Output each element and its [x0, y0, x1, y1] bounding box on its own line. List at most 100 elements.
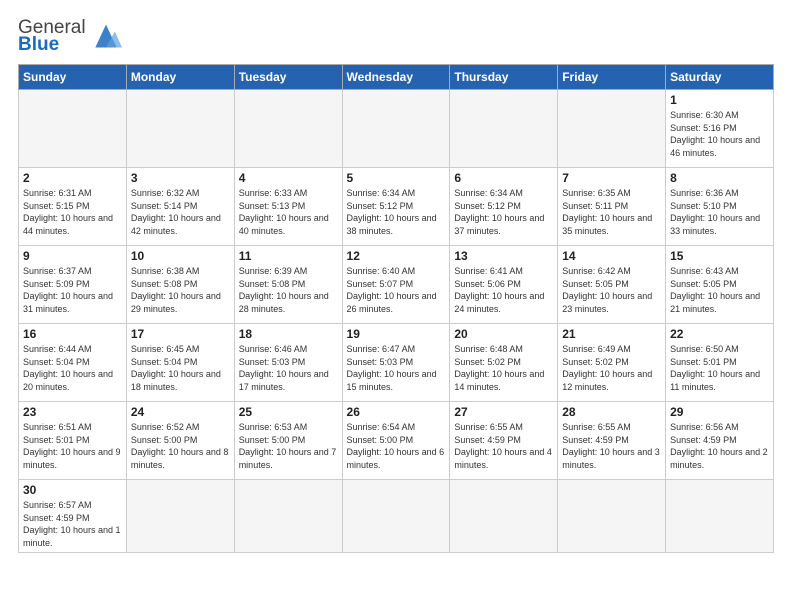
day-info: Sunrise: 6:42 AM Sunset: 5:05 PM Dayligh… [562, 265, 661, 315]
day-info: Sunrise: 6:44 AM Sunset: 5:04 PM Dayligh… [23, 343, 122, 393]
day-number: 6 [454, 171, 553, 185]
day-cell: 7Sunrise: 6:35 AM Sunset: 5:11 PM Daylig… [558, 168, 666, 246]
day-cell: 15Sunrise: 6:43 AM Sunset: 5:05 PM Dayli… [666, 246, 774, 324]
day-cell [450, 480, 558, 553]
day-number: 30 [23, 483, 122, 497]
week-row-5: 23 Sunrise: 6:51 AM Sunset: 5:01 PM Dayli… [19, 402, 774, 480]
day-info: Sunrise: 6:34 AM Sunset: 5:12 PM Dayligh… [347, 187, 446, 237]
day-info: Sunrise: 6:51 AM Sunset: 5:01 PM Dayligh… [23, 421, 122, 471]
day-number: 4 [239, 171, 338, 185]
day-number: 19 [347, 327, 446, 341]
weekday-monday: Monday [126, 65, 234, 90]
day-number: 22 [670, 327, 769, 341]
day-info: Sunrise: 6:37 AM Sunset: 5:09 PM Dayligh… [23, 265, 122, 315]
weekday-thursday: Thursday [450, 65, 558, 90]
day-number: 28 [562, 405, 661, 419]
day-info: Sunrise: 6:50 AM Sunset: 5:01 PM Dayligh… [670, 343, 769, 393]
day-number: 3 [131, 171, 230, 185]
day-info: Sunrise: 6:32 AM Sunset: 5:14 PM Dayligh… [131, 187, 230, 237]
day-info: Sunrise: 6:34 AM Sunset: 5:12 PM Dayligh… [454, 187, 553, 237]
day-cell: 24 Sunrise: 6:52 AM Sunset: 5:00 PM Dayli… [126, 402, 234, 480]
day-number: 10 [131, 249, 230, 263]
day-info: Sunrise: 6:55 AM Sunset: 4:59 PM Dayligh… [454, 421, 553, 471]
day-number: 11 [239, 249, 338, 263]
day-cell [666, 480, 774, 553]
weekday-header-row: SundayMondayTuesdayWednesdayThursdayFrid… [19, 65, 774, 90]
week-row-1: 1Sunrise: 6:30 AM Sunset: 5:16 PM Daylig… [19, 90, 774, 168]
day-cell: 14Sunrise: 6:42 AM Sunset: 5:05 PM Dayli… [558, 246, 666, 324]
week-row-2: 2 Sunrise: 6:31 AM Sunset: 5:15 PM Daylig… [19, 168, 774, 246]
day-number: 12 [347, 249, 446, 263]
day-cell: 21 Sunrise: 6:49 AM Sunset: 5:02 PM Dayli… [558, 324, 666, 402]
day-cell: 20 Sunrise: 6:48 AM Sunset: 5:02 PM Dayli… [450, 324, 558, 402]
week-row-6: 30 Sunrise: 6:57 AM Sunset: 4:59 PM Dayli… [19, 480, 774, 553]
week-row-4: 16 Sunrise: 6:44 AM Sunset: 5:04 PM Dayli… [19, 324, 774, 402]
day-number: 21 [562, 327, 661, 341]
day-number: 9 [23, 249, 122, 263]
day-cell: 27 Sunrise: 6:55 AM Sunset: 4:59 PM Dayli… [450, 402, 558, 480]
day-cell: 5 Sunrise: 6:34 AM Sunset: 5:12 PM Daylig… [342, 168, 450, 246]
day-cell: 30 Sunrise: 6:57 AM Sunset: 4:59 PM Dayli… [19, 480, 127, 553]
day-cell: 4 Sunrise: 6:33 AM Sunset: 5:13 PM Daylig… [234, 168, 342, 246]
day-info: Sunrise: 6:31 AM Sunset: 5:15 PM Dayligh… [23, 187, 122, 237]
page: General Blue SundayMondayTuesdayWednesda… [0, 0, 792, 612]
day-info: Sunrise: 6:46 AM Sunset: 5:03 PM Dayligh… [239, 343, 338, 393]
day-cell: 1Sunrise: 6:30 AM Sunset: 5:16 PM Daylig… [666, 90, 774, 168]
day-cell: 23 Sunrise: 6:51 AM Sunset: 5:01 PM Dayli… [19, 402, 127, 480]
day-cell: 8Sunrise: 6:36 AM Sunset: 5:10 PM Daylig… [666, 168, 774, 246]
day-info: Sunrise: 6:53 AM Sunset: 5:00 PM Dayligh… [239, 421, 338, 471]
logo-blue: Blue [18, 34, 59, 55]
day-cell: 6 Sunrise: 6:34 AM Sunset: 5:12 PM Daylig… [450, 168, 558, 246]
day-info: Sunrise: 6:45 AM Sunset: 5:04 PM Dayligh… [131, 343, 230, 393]
day-number: 18 [239, 327, 338, 341]
day-number: 24 [131, 405, 230, 419]
day-info: Sunrise: 6:38 AM Sunset: 5:08 PM Dayligh… [131, 265, 230, 315]
day-cell [126, 90, 234, 168]
day-cell [19, 90, 127, 168]
day-number: 20 [454, 327, 553, 341]
weekday-tuesday: Tuesday [234, 65, 342, 90]
day-number: 23 [23, 405, 122, 419]
day-cell: 10 Sunrise: 6:38 AM Sunset: 5:08 PM Dayli… [126, 246, 234, 324]
day-number: 29 [670, 405, 769, 419]
day-cell [558, 480, 666, 553]
day-info: Sunrise: 6:33 AM Sunset: 5:13 PM Dayligh… [239, 187, 338, 237]
day-cell: 22 Sunrise: 6:50 AM Sunset: 5:01 PM Dayli… [666, 324, 774, 402]
day-cell: 13Sunrise: 6:41 AM Sunset: 5:06 PM Dayli… [450, 246, 558, 324]
day-info: Sunrise: 6:57 AM Sunset: 4:59 PM Dayligh… [23, 499, 122, 549]
day-cell: 17 Sunrise: 6:45 AM Sunset: 5:04 PM Dayli… [126, 324, 234, 402]
day-cell: 9 Sunrise: 6:37 AM Sunset: 5:09 PM Daylig… [19, 246, 127, 324]
day-cell [234, 90, 342, 168]
day-number: 17 [131, 327, 230, 341]
day-info: Sunrise: 6:41 AM Sunset: 5:06 PM Dayligh… [454, 265, 553, 315]
day-number: 27 [454, 405, 553, 419]
day-number: 5 [347, 171, 446, 185]
day-cell [558, 90, 666, 168]
day-cell [342, 90, 450, 168]
day-info: Sunrise: 6:47 AM Sunset: 5:03 PM Dayligh… [347, 343, 446, 393]
calendar: SundayMondayTuesdayWednesdayThursdayFrid… [18, 64, 774, 553]
day-cell: 3 Sunrise: 6:32 AM Sunset: 5:14 PM Daylig… [126, 168, 234, 246]
day-info: Sunrise: 6:40 AM Sunset: 5:07 PM Dayligh… [347, 265, 446, 315]
week-row-3: 9 Sunrise: 6:37 AM Sunset: 5:09 PM Daylig… [19, 246, 774, 324]
day-number: 26 [347, 405, 446, 419]
day-cell: 29 Sunrise: 6:56 AM Sunset: 4:59 PM Dayli… [666, 402, 774, 480]
day-info: Sunrise: 6:52 AM Sunset: 5:00 PM Dayligh… [131, 421, 230, 471]
day-info: Sunrise: 6:54 AM Sunset: 5:00 PM Dayligh… [347, 421, 446, 471]
day-number: 8 [670, 171, 769, 185]
weekday-friday: Friday [558, 65, 666, 90]
day-cell: 19 Sunrise: 6:47 AM Sunset: 5:03 PM Dayli… [342, 324, 450, 402]
day-number: 2 [23, 171, 122, 185]
day-info: Sunrise: 6:30 AM Sunset: 5:16 PM Dayligh… [670, 109, 769, 159]
day-number: 16 [23, 327, 122, 341]
weekday-saturday: Saturday [666, 65, 774, 90]
day-info: Sunrise: 6:56 AM Sunset: 4:59 PM Dayligh… [670, 421, 769, 471]
day-cell [450, 90, 558, 168]
day-cell: 12 Sunrise: 6:40 AM Sunset: 5:07 PM Dayli… [342, 246, 450, 324]
day-number: 15 [670, 249, 769, 263]
day-info: Sunrise: 6:48 AM Sunset: 5:02 PM Dayligh… [454, 343, 553, 393]
day-cell: 2 Sunrise: 6:31 AM Sunset: 5:15 PM Daylig… [19, 168, 127, 246]
day-cell [234, 480, 342, 553]
day-info: Sunrise: 6:49 AM Sunset: 5:02 PM Dayligh… [562, 343, 661, 393]
logo: General Blue [18, 18, 122, 54]
